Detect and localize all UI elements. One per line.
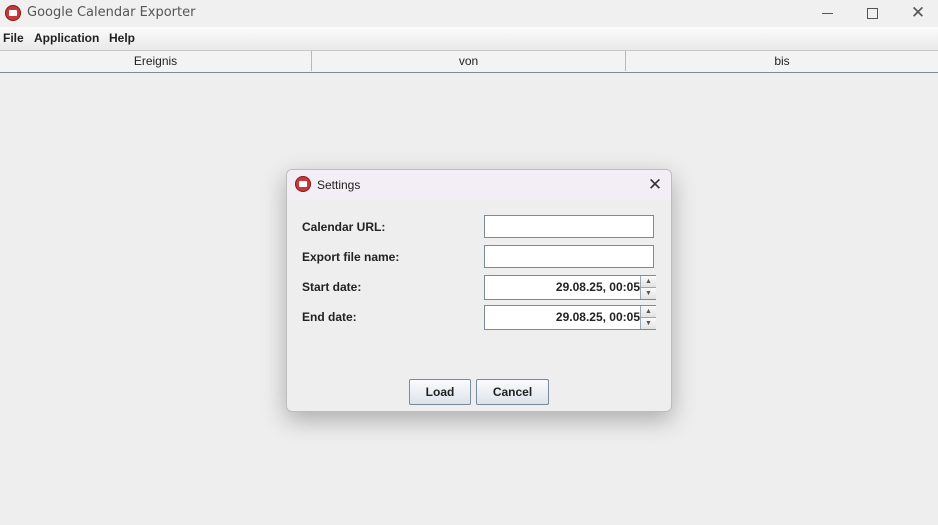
load-button[interactable]: Load <box>409 379 471 405</box>
dialog-title-bar[interactable]: Settings ✕ <box>287 170 671 200</box>
maximize-button[interactable] <box>849 0 895 27</box>
end-date-label: End date: <box>302 310 357 324</box>
settings-dialog: Settings ✕ Calendar URL: Export file nam… <box>286 169 672 412</box>
dialog-title: Settings <box>317 178 361 192</box>
end-date-increment-button[interactable]: ▲ <box>640 306 656 318</box>
menu-help[interactable]: Help <box>109 31 135 45</box>
menu-application[interactable]: Application <box>34 31 99 45</box>
close-icon: ✕ <box>910 3 926 23</box>
dialog-close-button[interactable]: ✕ <box>643 174 667 196</box>
minimize-button[interactable] <box>804 0 850 27</box>
close-button[interactable]: ✕ <box>895 0 938 27</box>
start-date-label: Start date: <box>302 280 362 294</box>
end-date-spinner[interactable]: 29.08.25, 00:05 ▲ ▼ <box>484 305 656 330</box>
end-date-value[interactable]: 29.08.25, 00:05 <box>485 306 640 329</box>
column-header-ereignis[interactable]: Ereignis <box>0 51 312 71</box>
cancel-button[interactable]: Cancel <box>476 379 549 405</box>
end-date-decrement-button[interactable]: ▼ <box>640 318 656 329</box>
start-date-value[interactable]: 29.08.25, 00:05 <box>485 276 640 299</box>
column-header-bis[interactable]: bis <box>626 51 938 71</box>
calendar-icon <box>295 176 311 192</box>
start-date-decrement-button[interactable]: ▼ <box>640 288 656 299</box>
calendar-url-input[interactable] <box>484 215 654 238</box>
start-date-spinner[interactable]: 29.08.25, 00:05 ▲ ▼ <box>484 275 656 300</box>
arrow-up-icon: ▲ <box>645 278 652 285</box>
maximize-icon <box>866 8 878 19</box>
window-title: Google Calendar Exporter <box>27 5 196 20</box>
minimize-icon <box>821 13 833 14</box>
close-icon: ✕ <box>647 175 663 195</box>
events-table-header: Ereignis von bis <box>0 51 938 73</box>
export-file-name-label: Export file name: <box>302 250 400 264</box>
arrow-down-icon: ▼ <box>645 320 652 327</box>
menu-bar: File Application Help <box>0 27 938 51</box>
arrow-up-icon: ▲ <box>645 308 652 315</box>
export-file-name-input[interactable] <box>484 245 654 268</box>
calendar-icon <box>5 5 21 21</box>
calendar-url-label: Calendar URL: <box>302 220 386 234</box>
menu-file[interactable]: File <box>3 31 24 45</box>
window-title-bar: Google Calendar Exporter ✕ <box>0 0 938 27</box>
column-header-von[interactable]: von <box>312 51 626 71</box>
arrow-down-icon: ▼ <box>645 290 652 297</box>
start-date-increment-button[interactable]: ▲ <box>640 276 656 288</box>
